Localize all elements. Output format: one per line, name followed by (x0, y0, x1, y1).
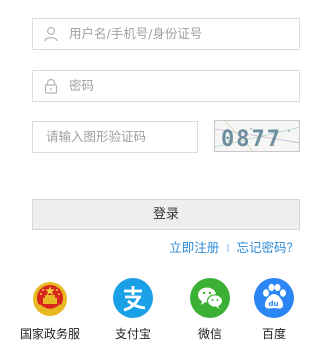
login-alipay[interactable]: 支付宝 (101, 278, 165, 342)
alipay-label: 支付宝 (114, 327, 151, 341)
lock-icon (43, 78, 59, 94)
username-placeholder: 用户名/手机号/身份证号 (69, 26, 203, 41)
captcha-placeholder: 请输入图形验证码 (46, 129, 147, 144)
svg-text:du: du (269, 300, 279, 308)
password-field[interactable]: 密码 (32, 70, 300, 102)
national-emblem-icon (30, 278, 70, 318)
captcha-code: 0877 (221, 127, 282, 152)
password-placeholder: 密码 (69, 78, 95, 93)
wechat-icon (190, 278, 230, 318)
wechat-label: 微信 (197, 327, 222, 341)
gov-service-label: 国家政务服 (19, 327, 80, 341)
account-links: 立即注册 I 忘记密码？ (169, 237, 299, 256)
baidu-label: 百度 (261, 327, 286, 341)
user-icon (43, 26, 59, 42)
forgot-password-link[interactable]: 忘记密码？ (236, 240, 299, 255)
captcha-image[interactable]: 0877 (214, 120, 300, 152)
login-gov-service[interactable]: 国家政务服 (18, 278, 82, 342)
login-wechat[interactable]: 微信 (178, 278, 242, 342)
baidu-icon: du (254, 278, 294, 318)
login-baidu[interactable]: du 百度 (242, 278, 306, 342)
register-link[interactable]: 立即注册 (169, 240, 219, 255)
captcha-input[interactable]: 请输入图形验证码 (32, 121, 198, 153)
link-separator: I (226, 242, 230, 255)
alipay-icon (113, 278, 153, 318)
login-button[interactable]: 登录 (32, 199, 300, 230)
username-field[interactable]: 用户名/手机号/身份证号 (32, 18, 300, 50)
